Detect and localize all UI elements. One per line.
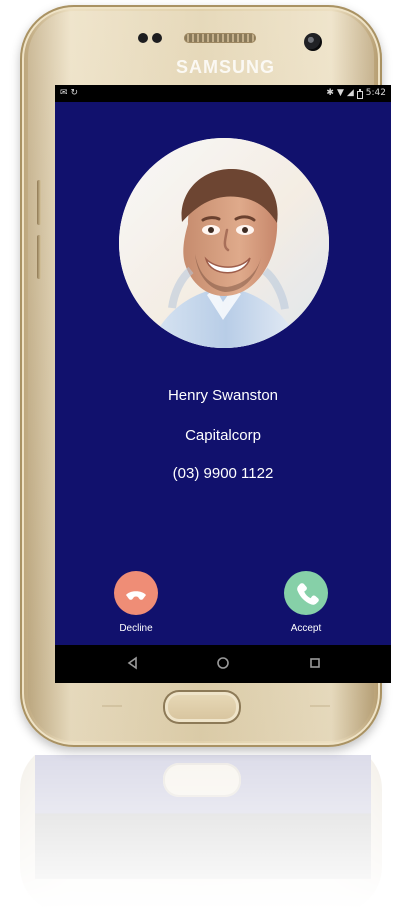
caller-avatar [119, 138, 329, 348]
accept-call-button[interactable] [284, 571, 328, 615]
status-right-icons: ✱ ▼ ◢ 5:42 [326, 85, 386, 102]
reflection-fade [20, 755, 382, 907]
sensor-dot [152, 33, 162, 43]
status-left-icons: ✉ ↻ [60, 85, 78, 102]
caller-photo [119, 138, 329, 348]
physical-home-button[interactable] [163, 690, 241, 724]
back-icon[interactable] [123, 653, 143, 673]
status-bar: ✉ ↻ ✱ ▼ ◢ 5:42 [55, 85, 391, 102]
status-time: 5:42 [365, 88, 386, 98]
home-icon[interactable] [213, 653, 233, 673]
decline-label: Decline [119, 623, 153, 634]
front-camera [304, 33, 322, 51]
decline-call-button[interactable] [114, 571, 158, 615]
recents-icon[interactable] [305, 653, 325, 673]
right-soft-key[interactable] [306, 699, 334, 711]
accept-label: Accept [290, 623, 322, 634]
sensor-dot [138, 33, 148, 43]
caller-phone-number: (03) 9900 1122 [172, 465, 274, 482]
caller-company: Capitalcorp [185, 427, 261, 444]
earpiece-speaker [184, 33, 256, 43]
android-navigation-bar [55, 645, 391, 683]
sync-icon: ↻ [70, 88, 79, 98]
battery-icon [356, 88, 363, 99]
signal-icon: ◢ [346, 88, 354, 98]
device-reflection [20, 755, 382, 907]
accept-phone-icon [297, 583, 319, 605]
notification-icon: ✉ [60, 88, 68, 98]
caller-name: Henry Swanston [167, 387, 279, 404]
volume-down-button[interactable] [37, 235, 41, 279]
screenshot-stage: SAMSUNG ✉ ↻ ✱ ▼ ◢ 5:42 Henry Swanston Ca… [0, 0, 396, 907]
left-soft-key[interactable] [98, 699, 126, 711]
brand-logo: SAMSUNG [176, 57, 276, 77]
incoming-call-screen: ✉ ↻ ✱ ▼ ◢ 5:42 Henry Swanston Capitalcor… [55, 85, 391, 683]
front-sensors [138, 33, 168, 43]
phone-device: SAMSUNG ✉ ↻ ✱ ▼ ◢ 5:42 Henry Swanston Ca… [20, 5, 391, 747]
decline-phone-icon [126, 591, 146, 600]
wifi-icon: ▼ [336, 88, 344, 98]
bluetooth-icon: ✱ [326, 88, 334, 98]
volume-up-button[interactable] [37, 180, 41, 225]
